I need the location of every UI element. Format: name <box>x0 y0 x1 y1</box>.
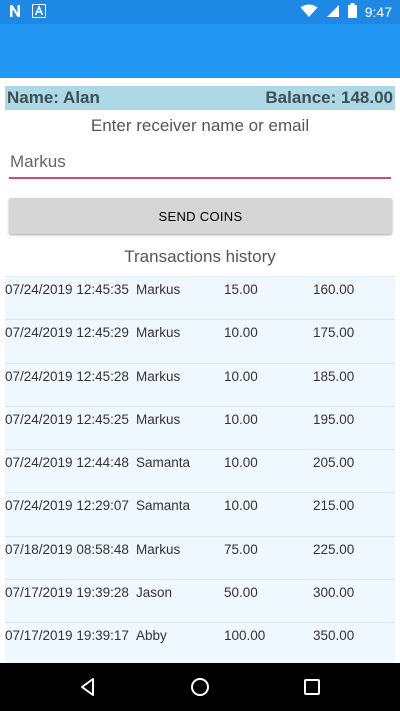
transaction-balance: 195.00 <box>313 411 355 427</box>
transactions-list[interactable]: 07/24/2019 12:45:35 Markus 15.00 160.00 07/2… <box>5 276 395 663</box>
user-balance: Balance: 148.00 <box>265 88 393 107</box>
transaction-date: 07/17/2019 19:39:28 <box>5 585 129 601</box>
transaction-date: 07/24/2019 12:45:28 <box>5 368 129 384</box>
status-bar: 9:47 <box>0 0 400 24</box>
transaction-balance: 225.00 <box>313 541 355 557</box>
transaction-amount: 10.00 <box>224 498 258 514</box>
transaction-amount: 100.00 <box>224 628 266 644</box>
recents-icon[interactable] <box>300 675 324 699</box>
receiver-input[interactable] <box>9 149 391 179</box>
transaction-row[interactable]: 07/24/2019 12:29:07 Samanta 10.00 215.00 <box>5 492 395 535</box>
transaction-balance: 215.00 <box>313 498 355 514</box>
status-time: 9:47 <box>364 4 392 20</box>
send-coins-button[interactable]: SEND COINS <box>9 198 392 234</box>
transaction-date: 07/24/2019 12:44:48 <box>5 455 129 471</box>
transaction-row[interactable]: 07/17/2019 19:39:28 Jason 50.00 300.00 <box>5 579 395 622</box>
a-notification-icon <box>32 4 46 23</box>
transaction-name: Markus <box>136 541 181 557</box>
transaction-row[interactable]: 07/24/2019 12:45:35 Markus 15.00 160.00 <box>5 276 395 319</box>
transaction-amount: 10.00 <box>224 325 258 341</box>
wifi-icon <box>300 4 318 21</box>
transaction-balance: 300.00 <box>313 585 355 601</box>
user-info-bar: Name: Alan Balance: 148.00 <box>5 86 395 110</box>
transaction-balance: 350.00 <box>313 628 355 644</box>
transaction-balance: 175.00 <box>313 325 355 341</box>
transaction-name: Markus <box>136 282 181 297</box>
transaction-amount: 10.00 <box>224 368 258 384</box>
app-bar <box>0 24 400 78</box>
transaction-date: 07/24/2019 12:45:29 <box>5 325 129 341</box>
transaction-balance: 185.00 <box>313 368 355 384</box>
transaction-row[interactable]: 07/24/2019 12:45:25 Markus 10.00 195.00 <box>5 405 395 449</box>
transaction-date: 07/17/2019 19:39:17 <box>5 628 129 644</box>
transaction-row[interactable]: 07/18/2019 08:58:48 Markus 75.00 225.00 <box>5 535 395 579</box>
transaction-balance: 160.00 <box>313 282 355 297</box>
transaction-date: 07/24/2019 12:29:07 <box>5 498 129 514</box>
transaction-amount: 15.00 <box>224 282 258 297</box>
transaction-amount: 75.00 <box>224 541 258 557</box>
transaction-row[interactable]: 07/24/2019 12:44:48 Samanta 10.00 205.00 <box>5 449 395 492</box>
transaction-name: Abby <box>136 628 167 644</box>
home-icon[interactable] <box>188 675 212 699</box>
transaction-row[interactable]: 07/17/2019 19:39:17 Abby 100.00 350.00 <box>5 622 395 663</box>
transaction-name: Markus <box>136 325 181 341</box>
transaction-name: Samanta <box>136 498 191 514</box>
transaction-date: 07/24/2019 12:45:35 <box>5 282 129 297</box>
n-notification-icon <box>8 3 22 24</box>
transaction-row[interactable]: 07/24/2019 12:45:29 Markus 10.00 175.00 <box>5 319 395 362</box>
transaction-name: Markus <box>136 368 181 384</box>
transaction-amount: 50.00 <box>224 585 258 601</box>
transaction-name: Samanta <box>136 455 191 471</box>
receiver-label: Enter receiver name or email <box>90 116 310 135</box>
back-icon[interactable] <box>76 675 100 699</box>
history-title: Transactions history <box>124 247 276 266</box>
transaction-date: 07/18/2019 08:58:48 <box>5 541 129 557</box>
transaction-name: Markus <box>136 411 181 427</box>
navigation-bar <box>0 663 400 711</box>
transaction-amount: 10.00 <box>224 411 258 427</box>
transaction-balance: 205.00 <box>313 455 355 471</box>
signal-icon <box>326 4 340 21</box>
transaction-amount: 10.00 <box>224 455 258 471</box>
user-name: Name: Alan <box>7 88 100 107</box>
transaction-row[interactable]: 07/24/2019 12:45:28 Markus 10.00 185.00 <box>5 362 395 406</box>
battery-icon <box>347 3 357 21</box>
main-content: Name: Alan Balance: 148.00 Enter receive… <box>0 78 400 663</box>
transaction-name: Jason <box>136 585 173 601</box>
transaction-date: 07/24/2019 12:45:25 <box>5 411 129 427</box>
